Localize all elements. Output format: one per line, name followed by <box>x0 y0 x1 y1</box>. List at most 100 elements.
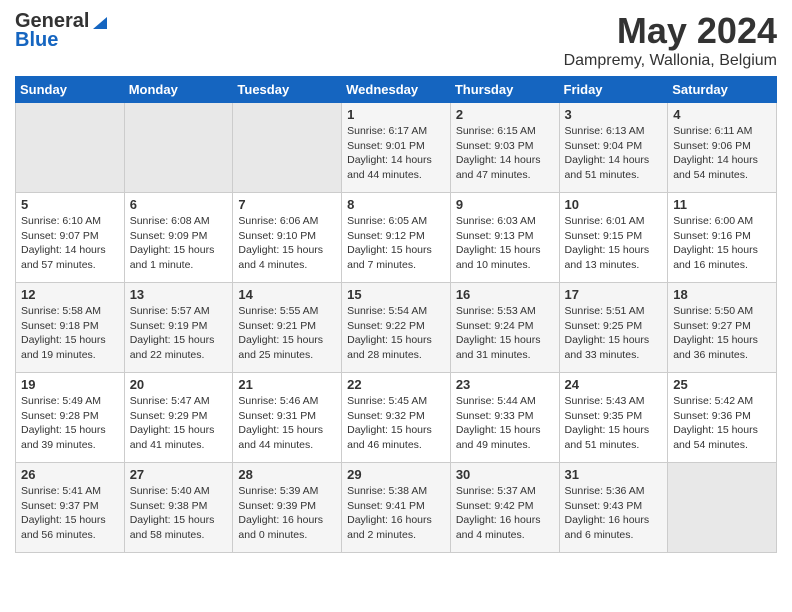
cell-info: Sunrise: 6:15 AM Sunset: 9:03 PM Dayligh… <box>456 124 554 183</box>
calendar-cell: 20Sunrise: 5:47 AM Sunset: 9:29 PM Dayli… <box>124 373 233 463</box>
cell-info: Sunrise: 5:42 AM Sunset: 9:36 PM Dayligh… <box>673 394 771 453</box>
calendar-cell: 9 Sunrise: 6:03 AM Sunset: 9:13 PM Daylig… <box>450 193 559 283</box>
calendar-cell: 5Sunrise: 6:10 AM Sunset: 9:07 PM Daylig… <box>16 193 125 283</box>
cell-info: Sunrise: 6:05 AM Sunset: 9:12 PM Dayligh… <box>347 214 445 273</box>
calendar-cell: 24 Sunrise: 5:43 AM Sunset: 9:35 PM Dayli… <box>559 373 668 463</box>
cell-info: Sunrise: 5:38 AM Sunset: 9:41 PM Dayligh… <box>347 484 445 543</box>
cell-info: Sunrise: 5:58 AM Sunset: 9:18 PM Dayligh… <box>21 304 119 363</box>
cell-info: Sunrise: 5:47 AM Sunset: 9:29 PM Dayligh… <box>130 394 228 453</box>
day-number: 24 <box>565 377 663 392</box>
calendar-cell: 19 Sunrise: 5:49 AM Sunset: 9:28 PM Dayli… <box>16 373 125 463</box>
day-number: 9 <box>456 197 554 212</box>
day-number: 18 <box>673 287 771 302</box>
day-number: 19 <box>21 377 119 392</box>
calendar-table: SundayMondayTuesdayWednesdayThursdayFrid… <box>15 76 777 553</box>
day-number: 14 <box>238 287 336 302</box>
calendar-cell: 29 Sunrise: 5:38 AM Sunset: 9:41 PM Dayli… <box>342 463 451 553</box>
cell-info: Sunrise: 5:51 AM Sunset: 9:25 PM Dayligh… <box>565 304 663 363</box>
cell-info: Sunrise: 5:41 AM Sunset: 9:37 PM Dayligh… <box>21 484 119 543</box>
day-number: 13 <box>130 287 228 302</box>
cell-info: Sunrise: 5:39 AM Sunset: 9:39 PM Dayligh… <box>238 484 336 543</box>
logo: General Blue <box>15 10 109 52</box>
month-title: May 2024 <box>564 10 777 52</box>
weekday-header-cell: Thursday <box>450 77 559 103</box>
cell-info: Sunrise: 5:49 AM Sunset: 9:28 PM Dayligh… <box>21 394 119 453</box>
calendar-cell: 28 Sunrise: 5:39 AM Sunset: 9:39 PM Dayli… <box>233 463 342 553</box>
day-number: 16 <box>456 287 554 302</box>
day-number: 11 <box>673 197 771 212</box>
day-number: 5 <box>21 197 119 212</box>
cell-info: Sunrise: 6:00 AM Sunset: 9:16 PM Dayligh… <box>673 214 771 273</box>
calendar-cell: 17 Sunrise: 5:51 AM Sunset: 9:25 PM Dayli… <box>559 283 668 373</box>
calendar-cell: 16 Sunrise: 5:53 AM Sunset: 9:24 PM Dayli… <box>450 283 559 373</box>
day-number: 22 <box>347 377 445 392</box>
calendar-cell: 10Sunrise: 6:01 AM Sunset: 9:15 PM Dayli… <box>559 193 668 283</box>
calendar-cell: 26 Sunrise: 5:41 AM Sunset: 9:37 PM Dayli… <box>16 463 125 553</box>
cell-info: Sunrise: 6:17 AM Sunset: 9:01 PM Dayligh… <box>347 124 445 183</box>
cell-info: Sunrise: 5:43 AM Sunset: 9:35 PM Dayligh… <box>565 394 663 453</box>
cell-info: Sunrise: 5:54 AM Sunset: 9:22 PM Dayligh… <box>347 304 445 363</box>
calendar-cell: 7Sunrise: 6:06 AM Sunset: 9:10 PM Daylig… <box>233 193 342 283</box>
cell-info: Sunrise: 6:01 AM Sunset: 9:15 PM Dayligh… <box>565 214 663 273</box>
calendar-body: 1 Sunrise: 6:17 AM Sunset: 9:01 PM Daylig… <box>16 103 777 553</box>
cell-info: Sunrise: 5:37 AM Sunset: 9:42 PM Dayligh… <box>456 484 554 543</box>
weekday-header-cell: Wednesday <box>342 77 451 103</box>
day-number: 12 <box>21 287 119 302</box>
day-number: 15 <box>347 287 445 302</box>
calendar-cell: 18 Sunrise: 5:50 AM Sunset: 9:27 PM Dayli… <box>668 283 777 373</box>
calendar-cell: 31 Sunrise: 5:36 AM Sunset: 9:43 PM Dayli… <box>559 463 668 553</box>
calendar-cell <box>668 463 777 553</box>
calendar-cell: 14 Sunrise: 5:55 AM Sunset: 9:21 PM Dayli… <box>233 283 342 373</box>
calendar-cell: 23Sunrise: 5:44 AM Sunset: 9:33 PM Dayli… <box>450 373 559 463</box>
calendar-cell: 1 Sunrise: 6:17 AM Sunset: 9:01 PM Daylig… <box>342 103 451 193</box>
cell-info: Sunrise: 5:45 AM Sunset: 9:32 PM Dayligh… <box>347 394 445 453</box>
day-number: 4 <box>673 107 771 122</box>
calendar-cell: 6 Sunrise: 6:08 AM Sunset: 9:09 PM Daylig… <box>124 193 233 283</box>
calendar-cell: 3Sunrise: 6:13 AM Sunset: 9:04 PM Daylig… <box>559 103 668 193</box>
calendar-cell: 15 Sunrise: 5:54 AM Sunset: 9:22 PM Dayli… <box>342 283 451 373</box>
day-number: 26 <box>21 467 119 482</box>
cell-info: Sunrise: 5:55 AM Sunset: 9:21 PM Dayligh… <box>238 304 336 363</box>
weekday-header-cell: Saturday <box>668 77 777 103</box>
calendar-cell: 22 Sunrise: 5:45 AM Sunset: 9:32 PM Dayli… <box>342 373 451 463</box>
cell-info: Sunrise: 5:36 AM Sunset: 9:43 PM Dayligh… <box>565 484 663 543</box>
calendar-cell: 13 Sunrise: 5:57 AM Sunset: 9:19 PM Dayli… <box>124 283 233 373</box>
calendar-cell: 8Sunrise: 6:05 AM Sunset: 9:12 PM Daylig… <box>342 193 451 283</box>
logo-blue-text: Blue <box>15 29 58 52</box>
day-number: 31 <box>565 467 663 482</box>
cell-info: Sunrise: 5:40 AM Sunset: 9:38 PM Dayligh… <box>130 484 228 543</box>
cell-info: Sunrise: 6:08 AM Sunset: 9:09 PM Dayligh… <box>130 214 228 273</box>
calendar-week-row: 26 Sunrise: 5:41 AM Sunset: 9:37 PM Dayli… <box>16 463 777 553</box>
day-number: 28 <box>238 467 336 482</box>
cell-info: Sunrise: 5:50 AM Sunset: 9:27 PM Dayligh… <box>673 304 771 363</box>
cell-info: Sunrise: 6:13 AM Sunset: 9:04 PM Dayligh… <box>565 124 663 183</box>
day-number: 29 <box>347 467 445 482</box>
day-number: 17 <box>565 287 663 302</box>
day-number: 21 <box>238 377 336 392</box>
logo-arrow-icon <box>91 13 109 31</box>
calendar-week-row: 1 Sunrise: 6:17 AM Sunset: 9:01 PM Daylig… <box>16 103 777 193</box>
calendar-cell: 11 Sunrise: 6:00 AM Sunset: 9:16 PM Dayli… <box>668 193 777 283</box>
day-number: 30 <box>456 467 554 482</box>
cell-info: Sunrise: 5:57 AM Sunset: 9:19 PM Dayligh… <box>130 304 228 363</box>
calendar-cell <box>16 103 125 193</box>
cell-info: Sunrise: 5:53 AM Sunset: 9:24 PM Dayligh… <box>456 304 554 363</box>
calendar-cell: 2Sunrise: 6:15 AM Sunset: 9:03 PM Daylig… <box>450 103 559 193</box>
weekday-header-cell: Tuesday <box>233 77 342 103</box>
weekday-header-row: SundayMondayTuesdayWednesdayThursdayFrid… <box>16 77 777 103</box>
location-subtitle: Dampremy, Wallonia, Belgium <box>564 52 777 70</box>
day-number: 1 <box>347 107 445 122</box>
calendar-cell: 4Sunrise: 6:11 AM Sunset: 9:06 PM Daylig… <box>668 103 777 193</box>
calendar-cell: 27 Sunrise: 5:40 AM Sunset: 9:38 PM Dayli… <box>124 463 233 553</box>
weekday-header-cell: Monday <box>124 77 233 103</box>
calendar-cell <box>124 103 233 193</box>
calendar-cell: 30 Sunrise: 5:37 AM Sunset: 9:42 PM Dayli… <box>450 463 559 553</box>
day-number: 6 <box>130 197 228 212</box>
cell-info: Sunrise: 5:46 AM Sunset: 9:31 PM Dayligh… <box>238 394 336 453</box>
cell-info: Sunrise: 6:03 AM Sunset: 9:13 PM Dayligh… <box>456 214 554 273</box>
day-number: 23 <box>456 377 554 392</box>
title-area: May 2024 Dampremy, Wallonia, Belgium <box>564 10 777 70</box>
day-number: 27 <box>130 467 228 482</box>
calendar-cell: 12 Sunrise: 5:58 AM Sunset: 9:18 PM Dayli… <box>16 283 125 373</box>
weekday-header-cell: Friday <box>559 77 668 103</box>
